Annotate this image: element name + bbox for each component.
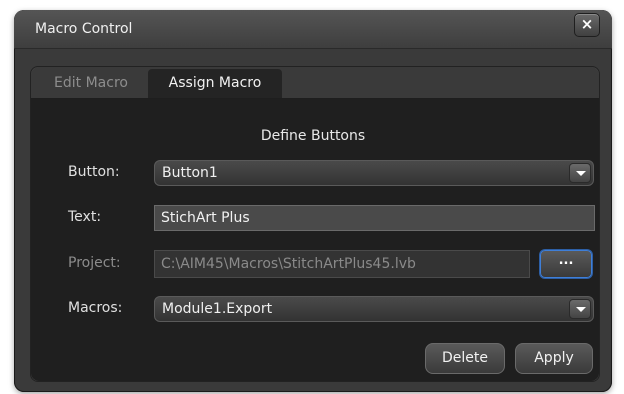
chevron-down-icon[interactable] — [569, 163, 591, 183]
button-select-value: Button1 — [162, 165, 218, 181]
button-select[interactable]: Button1 — [154, 160, 594, 186]
macros-label: Macros: — [68, 300, 123, 316]
chevron-down-icon[interactable] — [569, 299, 591, 319]
macros-select[interactable]: Module1.Export — [154, 296, 594, 322]
text-input[interactable]: StichArt Plus — [154, 205, 595, 231]
macro-control-window: Macro Control × Edit Macro Assign Macro … — [14, 10, 612, 392]
project-label: Project: — [68, 255, 121, 271]
delete-button[interactable]: Delete — [425, 343, 505, 374]
macros-select-value: Module1.Export — [162, 301, 273, 317]
title-bar[interactable]: Macro Control × — [14, 10, 612, 49]
tab-bar: Edit Macro Assign Macro — [31, 67, 599, 99]
text-label: Text: — [68, 209, 102, 225]
desktop-background — [0, 0, 624, 10]
button-label: Button: — [68, 164, 120, 180]
tab-assign-macro[interactable]: Assign Macro — [148, 69, 282, 98]
project-path-field: C:\AIM45\Macros\StitchArtPlus45.lvb — [154, 250, 530, 278]
tab-edit-macro[interactable]: Edit Macro — [33, 69, 149, 98]
apply-button[interactable]: Apply — [515, 343, 593, 374]
close-button[interactable]: × — [574, 13, 600, 37]
window-title: Macro Control — [35, 21, 133, 37]
close-icon: × — [580, 15, 594, 33]
section-title: Define Buttons — [260, 128, 366, 144]
browse-button[interactable]: ... — [540, 250, 592, 278]
